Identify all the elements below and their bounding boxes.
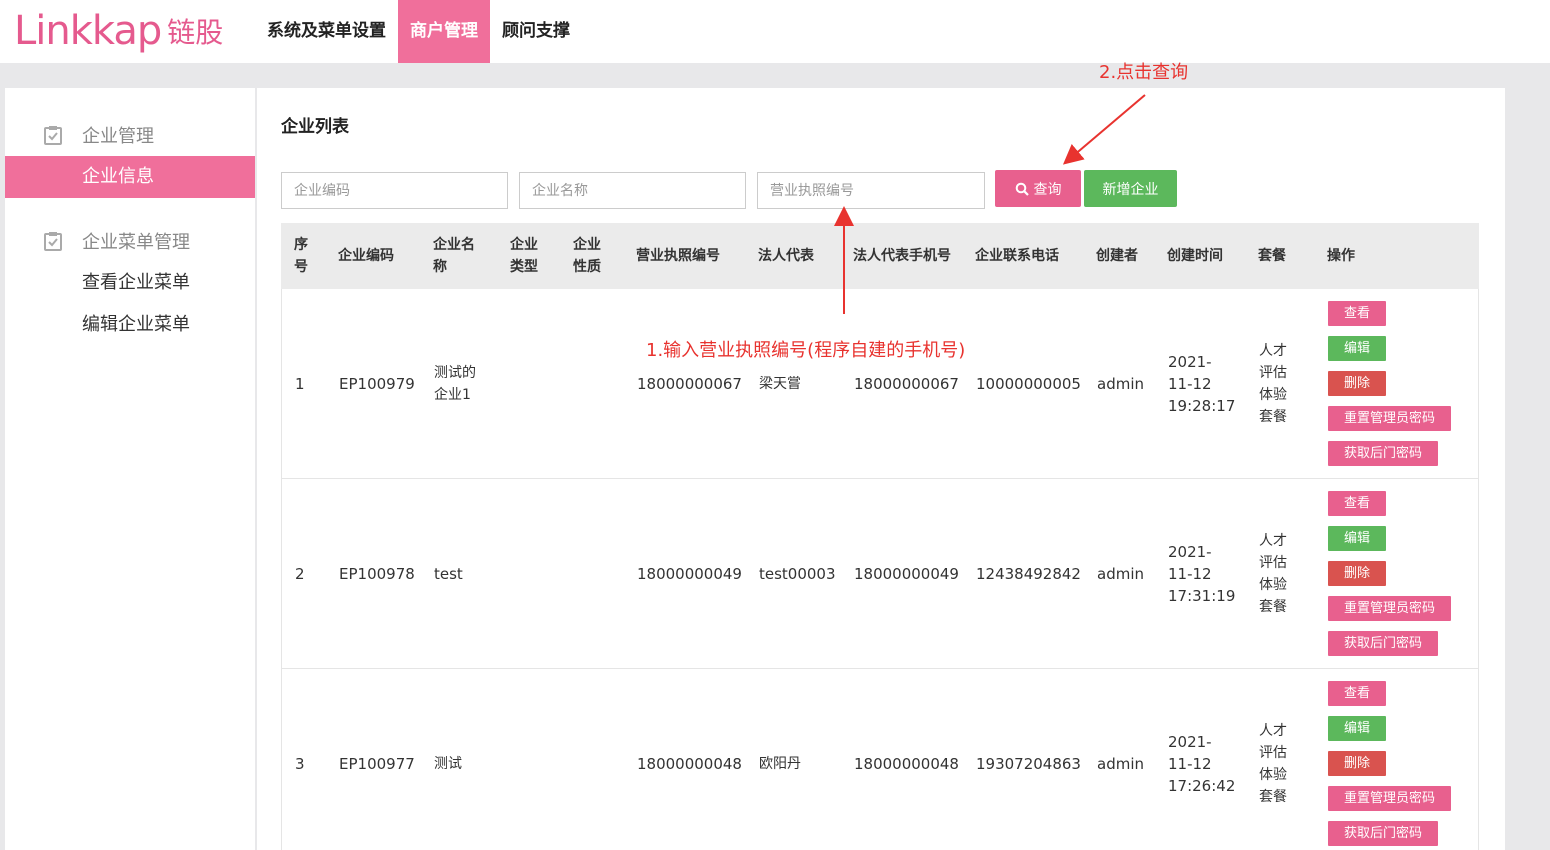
header-cell-package: 套餐 — [1258, 248, 1286, 264]
cell-index: 1 — [295, 375, 305, 393]
sidebar-item-enterprise-info[interactable]: 企业信息 — [5, 156, 255, 198]
cell-creator: admin — [1097, 755, 1144, 773]
cell-index: 3 — [295, 755, 305, 773]
cell-code: EP100978 — [339, 565, 415, 583]
edit-button[interactable]: 编辑 — [1328, 336, 1387, 361]
page-title: 企业列表 — [281, 117, 349, 137]
cell-contact-phone: 19307204863 — [976, 755, 1081, 773]
cell-creator: admin — [1097, 565, 1144, 583]
get-backdoor-password-button[interactable]: 获取后门密码 — [1328, 821, 1439, 846]
cell-license: 18000000049 — [637, 565, 742, 583]
cell-legal-rep: 梁天嘗 — [759, 376, 801, 392]
cell-code: EP100977 — [339, 755, 415, 773]
cell-created-time: 2021-11-12 19:28:17 — [1168, 353, 1236, 415]
logo-text-cn: 链股 — [167, 16, 224, 49]
table-header: 序号 企业编码 企业名称 企业类型 企业性质 营业执照编号 法人代表 法人代表手… — [281, 223, 1479, 289]
reset-admin-password-button[interactable]: 重置管理员密码 — [1328, 406, 1452, 431]
annotation-step2: 2.点击查询 — [1099, 62, 1189, 83]
reset-admin-password-button[interactable]: 重置管理员密码 — [1328, 786, 1452, 811]
table-row: 1 EP100979 测试的企业1 18000000067 梁天嘗 180000… — [281, 289, 1479, 479]
sidebar-group-enterprise-menu-management[interactable]: 企业菜单管理 — [5, 220, 255, 262]
search-icon — [1015, 182, 1029, 196]
sidebar-item-view-enterprise-menu[interactable]: 查看企业菜单 — [5, 262, 255, 304]
sidebar-group-enterprise-management[interactable]: 企业管理 — [5, 114, 255, 156]
reset-admin-password-button[interactable]: 重置管理员密码 — [1328, 596, 1452, 621]
header-cell-type: 企业类型 — [510, 237, 538, 275]
row-actions: 查看 编辑 删除 重置管理员密码 获取后门密码 — [1328, 681, 1452, 850]
cell-legal-rep-phone: 18000000067 — [854, 375, 959, 393]
table-row: 3 EP100977 测试 18000000048 欧阳丹 1800000004… — [281, 669, 1479, 850]
delete-button[interactable]: 删除 — [1328, 751, 1387, 776]
get-backdoor-password-button[interactable]: 获取后门密码 — [1328, 441, 1439, 466]
view-button[interactable]: 查看 — [1328, 491, 1387, 516]
cell-package: 人才评估体验套餐 — [1259, 343, 1287, 425]
top-bar: Linkkap 链股 系统及菜单设置 商户管理 顾问支撑 — [0, 0, 1550, 63]
header-cell-index: 序号 — [294, 237, 308, 275]
clipboard-check-icon — [44, 126, 62, 145]
cell-contact-phone: 12438492842 — [976, 565, 1081, 583]
page-background-strip — [1505, 63, 1550, 850]
cell-name: 测试的企业1 — [434, 365, 476, 403]
cell-legal-rep-phone: 18000000049 — [854, 565, 959, 583]
query-button-label: 查询 — [1033, 181, 1062, 198]
header-cell-name: 企业名称 — [433, 237, 475, 275]
get-backdoor-password-button[interactable]: 获取后门密码 — [1328, 631, 1439, 656]
nav-advisor-support[interactable]: 顾问支撑 — [490, 0, 582, 63]
query-button[interactable]: 查询 — [995, 170, 1081, 207]
row-actions: 查看 编辑 删除 重置管理员密码 获取后门密码 — [1328, 301, 1452, 476]
nav-merchant-management[interactable]: 商户管理 — [398, 0, 490, 63]
enterprise-name-input[interactable] — [519, 172, 746, 209]
cell-contact-phone: 10000000005 — [976, 375, 1081, 393]
main-panel: 企业列表 查询 新增企业 序号 企业编码 企业名称 企业类型 企业性质 营业执照… — [257, 88, 1505, 850]
cell-license: 18000000067 — [637, 375, 742, 393]
sidebar: 企业管理 企业信息 企业菜单管理 查看企业菜单 编辑企业菜单 — [5, 88, 255, 850]
sidebar-item-edit-enterprise-menu[interactable]: 编辑企业菜单 — [5, 304, 255, 346]
view-button[interactable]: 查看 — [1328, 681, 1387, 706]
business-license-input[interactable] — [757, 172, 985, 209]
cell-license: 18000000048 — [637, 755, 742, 773]
cell-created-time: 2021-11-12 17:26:42 — [1168, 733, 1236, 795]
header-cell-contact-phone: 企业联系电话 — [975, 248, 1059, 264]
add-enterprise-button[interactable]: 新增企业 — [1084, 170, 1177, 207]
cell-legal-rep: test00003 — [759, 565, 836, 583]
delete-button[interactable]: 删除 — [1328, 561, 1387, 586]
clipboard-check-icon — [44, 232, 62, 251]
header-cell-license: 营业执照编号 — [636, 248, 720, 264]
logo[interactable]: Linkkap 链股 — [14, 6, 223, 56]
table-row: 2 EP100978 test 18000000049 test00003 18… — [281, 479, 1479, 669]
cell-package: 人才评估体验套餐 — [1259, 723, 1287, 805]
cell-name: test — [434, 565, 463, 583]
header-cell-code: 企业编码 — [338, 248, 394, 264]
header-cell-nature: 企业性质 — [573, 237, 601, 275]
cell-package: 人才评估体验套餐 — [1259, 533, 1287, 615]
header-cell-actions: 操作 — [1327, 248, 1355, 264]
delete-button[interactable]: 删除 — [1328, 371, 1387, 396]
sidebar-group-label: 企业菜单管理 — [82, 232, 190, 253]
header-cell-created-time: 创建时间 — [1167, 248, 1223, 264]
cell-creator: admin — [1097, 375, 1144, 393]
view-button[interactable]: 查看 — [1328, 301, 1387, 326]
edit-button[interactable]: 编辑 — [1328, 716, 1387, 741]
header-cell-legal-rep: 法人代表 — [758, 248, 814, 264]
header-cell-creator: 创建者 — [1096, 248, 1138, 264]
cell-legal-rep-phone: 18000000048 — [854, 755, 959, 773]
nav-system-menu-settings[interactable]: 系统及菜单设置 — [255, 0, 398, 63]
enterprise-code-input[interactable] — [281, 172, 508, 209]
header-cell-legal-rep-phone: 法人代表手机号 — [853, 248, 951, 264]
row-actions: 查看 编辑 删除 重置管理员密码 获取后门密码 — [1328, 491, 1452, 666]
main-nav: 系统及菜单设置 商户管理 顾问支撑 — [255, 0, 582, 63]
cell-created-time: 2021-11-12 17:31:19 — [1168, 543, 1236, 605]
cell-legal-rep: 欧阳丹 — [759, 756, 801, 772]
sidebar-group-label: 企业管理 — [82, 126, 154, 147]
annotation-step1: 1.输入营业执照编号(程序自建的手机号) — [646, 340, 966, 361]
cell-name: 测试 — [434, 756, 462, 772]
cell-index: 2 — [295, 565, 305, 583]
logo-text: Linkkap — [14, 8, 162, 54]
cell-code: EP100979 — [339, 375, 415, 393]
edit-button[interactable]: 编辑 — [1328, 526, 1387, 551]
